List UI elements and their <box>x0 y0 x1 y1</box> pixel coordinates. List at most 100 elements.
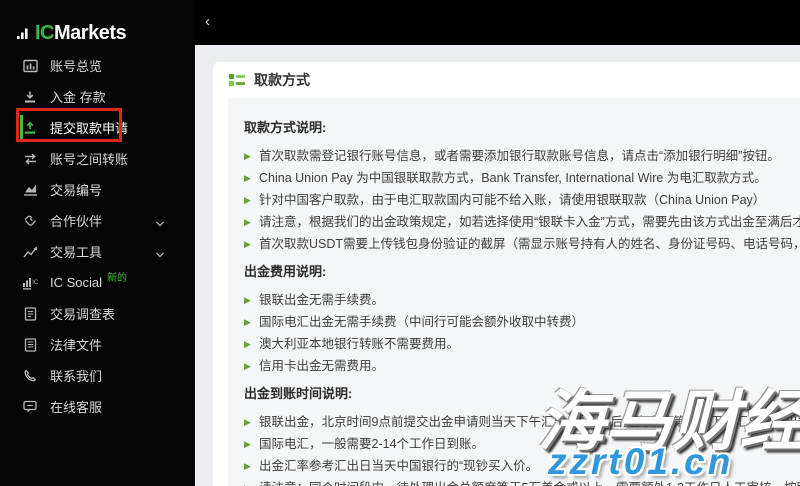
sidebar-item-label: 在线客服 <box>50 400 103 415</box>
withdraw-upload-icon <box>22 120 38 136</box>
bullet-text: 请注意，根据我们的出金政策规定，如若选择使用“银联卡入金”方式，需要先由该方式出… <box>259 215 800 229</box>
sidebar-item-label: 联系我们 <box>50 369 103 384</box>
sidebar-item-1[interactable]: 入金 存款 <box>0 81 195 112</box>
bullet-line: ▶ China Union Pay 为中国银联取款方式，Bank Transfer… <box>244 167 784 189</box>
bullet-text: 国际电汇，一般需要2-14个工作日到账。 <box>259 437 485 451</box>
sidebar-item-label: 交易编号 <box>50 183 103 198</box>
sidebar-item-2[interactable]: 提交取款申请 <box>0 112 195 143</box>
ic-social-icon: IC <box>22 275 38 291</box>
trade-number-icon <box>22 182 38 198</box>
bullet-text: 银联出金无需手续费。 <box>259 293 385 307</box>
green-list-icon <box>229 74 245 86</box>
sidebar-collapse-icon[interactable]: ‹ <box>205 13 210 31</box>
bullet-line: ▶ 首次取款需登记银行账号信息，或者需要添加银行取款账号信息，请点击“添加银行明细… <box>244 145 784 167</box>
sidebar-item-5[interactable]: 合作伙伴 <box>0 205 195 236</box>
bullet-line: ▶ 针对中国客户取款，由于电汇取款国内可能不给入账，请使用银联取款（China U… <box>244 189 784 211</box>
sidebar-item-label: 入金 存款 <box>50 90 106 105</box>
withdrawal-methods-card: 取款方式 取款方式说明: ▶ 首次取款需登记银行账号信息，或者需要添加银行取款账号信… <box>213 62 800 486</box>
transfer-icon <box>22 151 38 167</box>
bullet-line: ▶ 银联出金，北京时间9点前提交出金申请则当天下午汇出，9点之后提交申请第二天下午… <box>244 411 800 433</box>
info-section-0: 取款方式说明: ▶ 首次取款需登记银行账号信息，或者需要添加银行取款账号信息，请点击… <box>244 117 800 255</box>
bullet-line: ▶ 请注意，根据我们的出金政策规定，如若选择使用“银联卡入金”方式，需要先由该方式… <box>244 211 800 233</box>
sidebar-item-6[interactable]: 交易工具 <box>0 236 195 267</box>
bullet-line: ▶ 澳大利亚本地银行转账不需要费用。 <box>244 333 784 355</box>
section-heading: 出金到账时间说明: <box>244 386 353 401</box>
green-arrow-icon: ▶ <box>244 339 251 349</box>
card-header: 取款方式 <box>213 62 800 98</box>
bullet-line: ▶ 出金汇率参考汇出日当天中国银行的“现钞买入价。 <box>244 455 784 477</box>
bullet-text: China Union Pay 为中国银联取款方式，Bank Transfer,… <box>259 171 767 185</box>
section-heading: 取款方式说明: <box>244 120 327 135</box>
sidebar-item-4[interactable]: 交易编号 <box>0 174 195 205</box>
bullet-text: 首次取款USDT需要上传钱包身份验证的截屏（需显示账号持有人的姓名、身份证号码、… <box>259 237 800 251</box>
sidebar-item-label: 法律文件 <box>50 338 103 353</box>
bullet-line: ▶ 银联出金无需手续费。 <box>244 289 784 311</box>
bullet-text: 银联出金，北京时间9点前提交出金申请则当天下午汇出，9点之后提交申请第二天下午汇… <box>259 415 800 429</box>
top-bar: ‹ <box>195 0 800 45</box>
sidebar-item-7[interactable]: IC IC Social 新的 <box>0 267 195 298</box>
account-overview-icon <box>22 58 38 74</box>
logo-text-ic: IC <box>35 22 55 44</box>
green-arrow-icon: ▶ <box>244 151 251 161</box>
chevron-down-icon[interactable] <box>155 247 165 262</box>
bullet-text: 请注意：同个时间段内，待处理出金总额度等于5万美金或以上，需要额外1-3工作日人… <box>259 477 800 486</box>
deposit-icon <box>22 89 38 105</box>
bullet-text: 国际电汇出金无需手续费（中间行可能会额外收取中转费） <box>259 315 585 329</box>
green-arrow-icon: ▶ <box>244 361 251 371</box>
bullet-text: 针对中国客户取款，由于电汇取款国内可能不给入账，请使用银联取款（China Un… <box>259 193 766 207</box>
ic-markets-logo[interactable]: IC Markets <box>0 0 195 44</box>
sidebar-item-8[interactable]: 交易调查表 <box>0 298 195 329</box>
green-arrow-icon: ▶ <box>244 317 251 327</box>
sidebar-item-label: 交易调查表 <box>50 307 116 322</box>
green-arrow-icon: ▶ <box>244 439 251 449</box>
green-arrow-icon: ▶ <box>244 217 251 227</box>
info-section-2: 出金到账时间说明: ▶ 银联出金，北京时间9点前提交出金申请则当天下午汇出，9点之后… <box>244 383 800 486</box>
page-title: 取款方式 <box>254 72 310 88</box>
bullet-text: 首次取款需登记银行账号信息，或者需要添加银行取款账号信息，请点击“添加银行明细”… <box>259 149 780 163</box>
sidebar-item-label: IC Social <box>50 275 103 290</box>
sidebar-item-label: 合作伙伴 <box>50 214 103 229</box>
sidebar-item-label: 交易工具 <box>50 245 103 260</box>
legal-doc-icon <box>22 337 38 353</box>
survey-icon <box>22 306 38 322</box>
trading-tools-icon <box>22 244 38 260</box>
bullet-line: ▶ 国际电汇，一般需要2-14个工作日到账。 <box>244 433 784 455</box>
main-content: 取款方式 取款方式说明: ▶ 首次取款需登记银行账号信息，或者需要添加银行取款账号信… <box>195 45 800 486</box>
live-chat-icon <box>22 399 38 415</box>
section-heading: 出金费用说明: <box>244 264 327 279</box>
bullet-text: 出金汇率参考汇出日当天中国银行的“现钞买入价。 <box>259 459 539 473</box>
logo-text-markets: Markets <box>54 22 127 44</box>
green-arrow-icon: ▶ <box>244 417 251 427</box>
green-arrow-icon: ▶ <box>244 195 251 205</box>
sidebar-item-label: 账号之间转账 <box>50 152 129 167</box>
green-arrow-icon: ▶ <box>244 295 251 305</box>
sidebar-item-11[interactable]: 在线客服 <box>0 391 195 422</box>
sidebar-item-10[interactable]: 联系我们 <box>0 360 195 391</box>
bullet-line: ▶请注意：同个时间段内，待处理出金总额度等于5万美金或以上，需要额外1-3工作日… <box>244 477 800 486</box>
sidebar-item-9[interactable]: 法律文件 <box>0 329 195 360</box>
green-arrow-icon: ▶ <box>244 239 251 249</box>
contact-icon <box>22 368 38 384</box>
sidebar-item-0[interactable]: 账号总览 <box>0 50 195 81</box>
sidebar-item-3[interactable]: 账号之间转账 <box>0 143 195 174</box>
bar-chart-logo-icon <box>17 28 28 39</box>
svg-text:IC: IC <box>32 280 38 286</box>
green-arrow-icon: ▶ <box>244 461 251 471</box>
green-arrow-icon: ▶ <box>244 477 259 486</box>
withdrawal-info-panel: 取款方式说明: ▶ 首次取款需登记银行账号信息，或者需要添加银行取款账号信息，请点击… <box>228 98 800 486</box>
active-indicator-bar <box>20 115 23 140</box>
partners-icon <box>22 213 38 229</box>
sidebar-item-label: 账号总览 <box>50 59 103 74</box>
bullet-line: ▶ 首次取款USDT需要上传钱包身份验证的截屏（需显示账号持有人的姓名、身份证号码… <box>244 233 800 255</box>
bullet-line: ▶ 信用卡出金无需费用。 <box>244 355 784 377</box>
sidebar: IC Markets 账号总览 入金 存款 提交取款申请 账号之间转账 交易编号 合作伙伴交… <box>0 0 195 486</box>
bullet-text: 信用卡出金无需费用。 <box>259 359 385 373</box>
new-badge: 新的 <box>107 273 128 284</box>
info-section-1: 出金费用说明: ▶ 银联出金无需手续费。 ▶ 国际电汇出金无需手续费（中间行可能会额外收… <box>244 261 784 377</box>
bullet-text: 澳大利亚本地银行转账不需要费用。 <box>259 337 460 351</box>
sidebar-item-label: 提交取款申请 <box>50 121 129 136</box>
sidebar-nav: 账号总览入金 存款提交取款申请 账号之间转账 交易编号合作伙伴交易工具 IC IC So… <box>0 50 195 422</box>
green-arrow-icon: ▶ <box>244 173 251 183</box>
bullet-line: ▶ 国际电汇出金无需手续费（中间行可能会额外收取中转费） <box>244 311 784 333</box>
chevron-down-icon[interactable] <box>155 216 165 231</box>
